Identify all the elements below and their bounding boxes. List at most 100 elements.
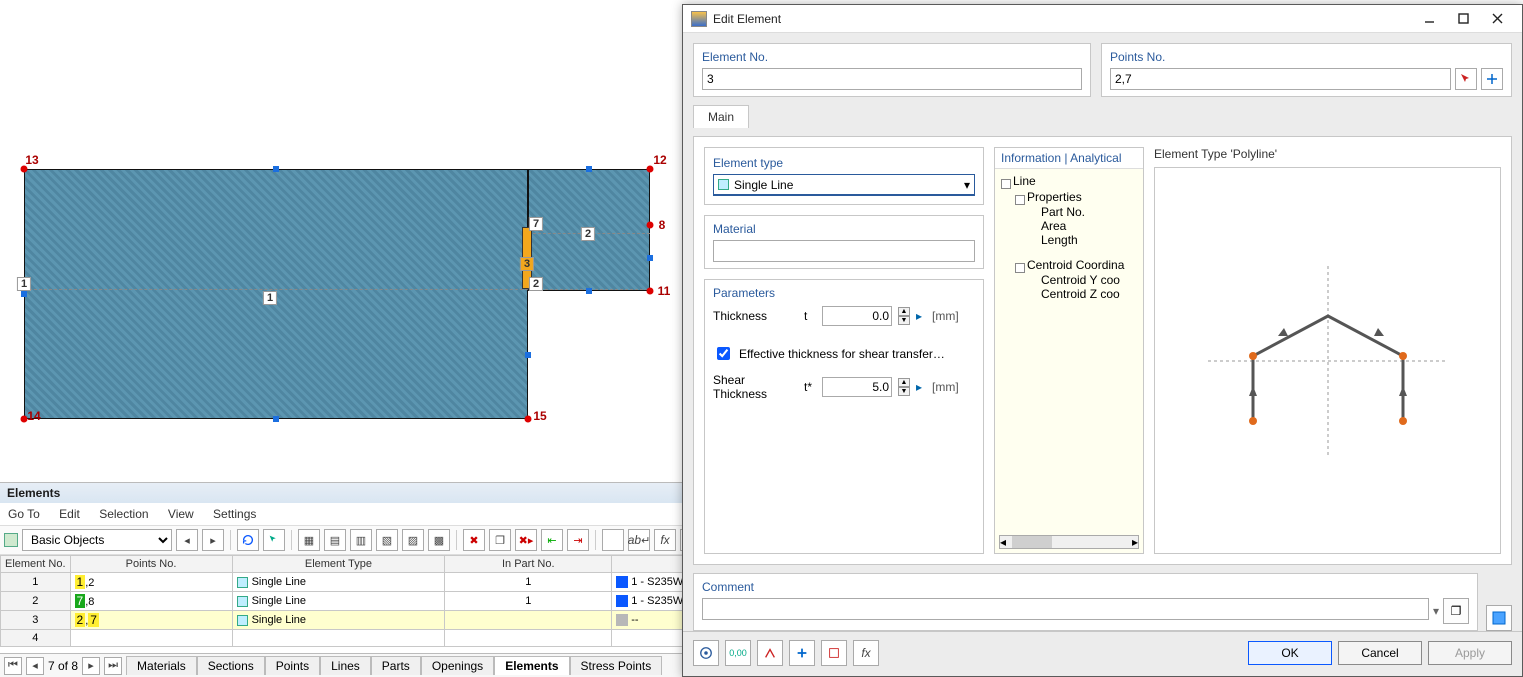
shear-thickness-stepper[interactable]: ▲▼	[898, 378, 910, 396]
tool-fx-icon[interactable]: fx	[654, 529, 676, 551]
points-no-input[interactable]	[1110, 68, 1451, 90]
node-8[interactable]	[647, 222, 654, 229]
element-type-select[interactable]: Single Line ▾	[713, 174, 975, 196]
tab-main[interactable]: Main	[693, 105, 749, 128]
tree-length[interactable]: Length	[1013, 233, 1143, 247]
element-label: 7	[529, 217, 543, 231]
apply-button[interactable]: Apply	[1428, 641, 1512, 665]
tree-cz[interactable]: Centroid Z coo	[1013, 287, 1143, 301]
tree-hscroll[interactable]: ◂▸	[999, 535, 1139, 549]
col-in-part[interactable]: In Part No.	[445, 556, 612, 573]
node-label: 8	[659, 218, 666, 232]
tab-elements[interactable]: Elements	[494, 656, 569, 675]
tab-points[interactable]: Points	[265, 656, 320, 675]
nav-right-icon[interactable]: ▸	[202, 529, 224, 551]
tool-table-4-icon[interactable]: ▧	[376, 529, 398, 551]
material-label: Material	[713, 222, 975, 236]
tool-table-5-icon[interactable]: ▨	[402, 529, 424, 551]
pager-first-icon[interactable]: ⏮	[4, 657, 22, 675]
material-input[interactable]	[713, 240, 975, 262]
dialog-titlebar[interactable]: Edit Element	[683, 5, 1522, 33]
tool-export-icon[interactable]: ⇥	[567, 529, 589, 551]
ok-button[interactable]: OK	[1248, 641, 1332, 665]
pager-prev-icon[interactable]: ◂	[26, 657, 44, 675]
tool-delete2-icon[interactable]: ✖▸	[515, 529, 537, 551]
tab-stress-points[interactable]: Stress Points	[570, 656, 663, 675]
tool-excel-icon[interactable]	[602, 529, 624, 551]
footer-tool5-icon[interactable]	[821, 640, 847, 666]
tool-refresh-icon[interactable]	[237, 529, 259, 551]
tree-cy[interactable]: Centroid Y coo	[1013, 273, 1143, 287]
menu-view[interactable]: View	[168, 507, 194, 521]
col-points-no[interactable]: Points No.	[70, 556, 232, 573]
tree-partno[interactable]: Part No.	[1013, 205, 1143, 219]
node-15[interactable]	[525, 416, 532, 423]
footer-help-icon[interactable]	[693, 640, 719, 666]
menu-selection[interactable]: Selection	[99, 507, 148, 521]
tool-table-1-icon[interactable]: ▦	[298, 529, 320, 551]
cancel-button[interactable]: Cancel	[1338, 641, 1422, 665]
element-no-input[interactable]	[702, 68, 1082, 90]
tool-import-icon[interactable]: ⇤	[541, 529, 563, 551]
node-label: 12	[653, 153, 666, 167]
model-viewport[interactable]: 13 12 8 11 15 14 1 1 7 2 3 2	[0, 0, 680, 480]
arrow-icon[interactable]: ▸	[916, 309, 926, 323]
tool-table-3-icon[interactable]: ▥	[350, 529, 372, 551]
col-element-no[interactable]: Element No.	[1, 556, 71, 573]
edge-handle[interactable]	[525, 352, 531, 358]
menu-goto[interactable]: Go To	[8, 507, 40, 521]
close-button[interactable]	[1480, 8, 1514, 30]
color-tool-icon[interactable]	[1486, 605, 1512, 631]
shear-thickness-sym: t*	[804, 380, 816, 394]
edge-handle[interactable]	[586, 166, 592, 172]
tool-pick-icon[interactable]	[263, 529, 285, 551]
tool-delete-icon[interactable]: ✖	[463, 529, 485, 551]
tool-copy-icon[interactable]: ❐	[489, 529, 511, 551]
chevron-down-icon[interactable]: ▾	[1433, 604, 1439, 618]
tool-table-6-icon[interactable]: ▩	[428, 529, 450, 551]
tool-table-2-icon[interactable]: ▤	[324, 529, 346, 551]
thickness-input[interactable]	[822, 306, 892, 326]
comment-lib-icon[interactable]: ❐	[1443, 598, 1469, 624]
pager-last-icon[interactable]: ⏭	[104, 657, 122, 675]
pick-points-alt-icon[interactable]	[1481, 68, 1503, 90]
maximize-button[interactable]	[1446, 8, 1480, 30]
tab-openings[interactable]: Openings	[421, 656, 494, 675]
tab-parts[interactable]: Parts	[371, 656, 421, 675]
edge-handle[interactable]	[273, 166, 279, 172]
menu-settings[interactable]: Settings	[213, 507, 256, 521]
tree-line[interactable]: Line	[999, 173, 1143, 189]
element-label: 2	[529, 277, 543, 291]
tab-materials[interactable]: Materials	[126, 656, 197, 675]
shear-thickness-input[interactable]	[822, 377, 892, 397]
object-picker[interactable]: Basic Objects	[22, 529, 172, 551]
pager-next-icon[interactable]: ▸	[82, 657, 100, 675]
thickness-stepper[interactable]: ▲▼	[898, 307, 910, 325]
footer-units-icon[interactable]: 0,00	[725, 640, 751, 666]
footer-tool4-icon[interactable]	[789, 640, 815, 666]
info-tree[interactable]: Line Properties Part No. Area Length Cen…	[995, 169, 1143, 305]
comment-input[interactable]	[702, 598, 1429, 620]
tree-properties[interactable]: Properties	[1013, 189, 1143, 205]
footer-tool3-icon[interactable]	[757, 640, 783, 666]
col-element-type[interactable]: Element Type	[232, 556, 445, 573]
tool-text-icon[interactable]: ab↵	[628, 529, 650, 551]
arrow-icon[interactable]: ▸	[916, 380, 926, 394]
preview-label: Element Type 'Polyline'	[1154, 147, 1501, 161]
menu-edit[interactable]: Edit	[59, 507, 80, 521]
edge-handle[interactable]	[647, 255, 653, 261]
node-11[interactable]	[647, 288, 654, 295]
edge-handle[interactable]	[273, 416, 279, 422]
tab-sections[interactable]: Sections	[197, 656, 265, 675]
edge-handle[interactable]	[586, 288, 592, 294]
edge-handle[interactable]	[21, 291, 27, 297]
footer-fx-icon[interactable]: fx	[853, 640, 879, 666]
pick-points-icon[interactable]	[1455, 68, 1477, 90]
app-icon	[691, 11, 707, 27]
effective-thickness-checkbox[interactable]	[717, 347, 730, 360]
tree-area[interactable]: Area	[1013, 219, 1143, 233]
tree-centroid[interactable]: Centroid Coordina	[1013, 257, 1143, 273]
tab-lines[interactable]: Lines	[320, 656, 371, 675]
nav-left-icon[interactable]: ◂	[176, 529, 198, 551]
minimize-button[interactable]	[1412, 8, 1446, 30]
